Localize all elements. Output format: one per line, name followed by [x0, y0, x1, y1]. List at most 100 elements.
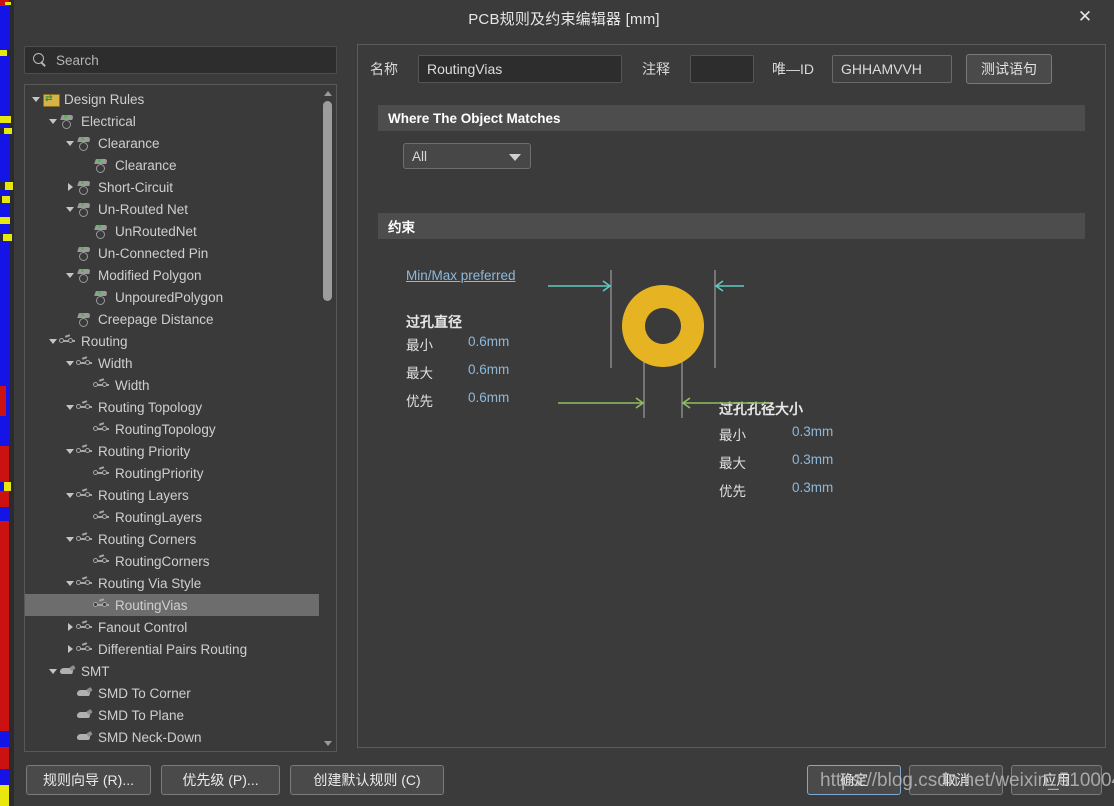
tree-item[interactable]: Electrical	[25, 110, 319, 132]
tree-item[interactable]: Modified Polygon	[25, 264, 319, 286]
via-diameter-min-value[interactable]: 0.6mm	[468, 334, 509, 349]
rule-name-input[interactable]	[418, 55, 622, 83]
tree-item[interactable]: RoutingLayers	[25, 506, 319, 528]
via-diameter-min-label: 最小	[406, 338, 433, 353]
pcb-layer-strip	[0, 0, 14, 806]
scrollbar-thumb[interactable]	[323, 101, 332, 301]
tree-item[interactable]: Routing Via Style	[25, 572, 319, 594]
chevron-down-icon[interactable]	[65, 352, 76, 374]
elec-icon	[93, 157, 111, 173]
tree-item-label: Routing Topology	[98, 399, 203, 415]
tree-item-label: Differential Pairs Routing	[98, 641, 248, 657]
chevron-right-icon[interactable]	[65, 176, 76, 198]
tree-item[interactable]: Fanout Control	[25, 616, 319, 638]
tree-item[interactable]: SMT	[25, 660, 319, 682]
chevron-down-icon[interactable]	[65, 440, 76, 462]
tree-item[interactable]: RoutingTopology	[25, 418, 319, 440]
chevron-right-icon[interactable]	[65, 616, 76, 638]
tree-item[interactable]: Routing	[25, 330, 319, 352]
create-default-rules-button[interactable]: 创建默认规则 (C)	[290, 765, 444, 795]
route-icon	[76, 575, 94, 591]
tree-item-label: Un-Connected Pin	[98, 245, 209, 261]
tree-item-label: UnpouredPolygon	[115, 289, 224, 305]
scroll-down-icon[interactable]	[319, 736, 336, 751]
pcb-layer-segment	[0, 491, 9, 507]
chevron-right-icon[interactable]	[65, 638, 76, 660]
tree-scrollbar[interactable]	[319, 85, 336, 751]
tree-item[interactable]: Short-Circuit	[25, 176, 319, 198]
via-hole-preferred-label: 优先	[719, 484, 746, 499]
scroll-up-icon[interactable]	[319, 85, 336, 100]
tree-item[interactable]: Routing Priority	[25, 440, 319, 462]
tree-item-label: SMD To Corner	[98, 685, 191, 701]
chevron-down-icon[interactable]	[48, 110, 59, 132]
tree-item[interactable]: Creepage Distance	[25, 308, 319, 330]
tree-item-label: Electrical	[81, 113, 136, 129]
route-icon	[93, 465, 111, 481]
tree-item[interactable]: UnpouredPolygon	[25, 286, 319, 308]
tree-item[interactable]: RoutingCorners	[25, 550, 319, 572]
route-icon	[93, 597, 111, 613]
test-query-button[interactable]: 测试语句	[966, 54, 1052, 84]
via-diameter-max-value[interactable]: 0.6mm	[468, 362, 509, 377]
tree-item[interactable]: Un-Routed Net	[25, 198, 319, 220]
tree-item[interactable]: Width	[25, 374, 319, 396]
rule-identity-row: 名称 注释 唯—ID 测试语句	[358, 45, 1105, 93]
tree-item[interactable]: Design Rules	[25, 88, 319, 110]
tree-item[interactable]: Differential Pairs Routing	[25, 638, 319, 660]
chevron-down-icon[interactable]	[65, 572, 76, 594]
rule-wizard-button[interactable]: 规则向导 (R)...	[26, 765, 151, 795]
tree-item-selected[interactable]: RoutingVias	[25, 594, 319, 616]
min-max-preferred-link[interactable]: Min/Max preferred	[406, 268, 516, 283]
tree-item[interactable]: RoutingPriority	[25, 462, 319, 484]
unique-id-input[interactable]	[832, 55, 952, 83]
pcb-layer-segment	[0, 203, 9, 217]
dialog-footer: 规则向导 (R)... 优先级 (P)... 创建默认规则 (C) 确定 取消 …	[14, 754, 1114, 806]
search-box[interactable]	[24, 46, 337, 74]
chevron-down-icon[interactable]	[65, 528, 76, 550]
via-hole-preferred-value[interactable]: 0.3mm	[792, 480, 833, 495]
tree-item[interactable]: SMD To Corner	[25, 682, 319, 704]
close-icon[interactable]: ✕	[1064, 2, 1106, 32]
search-input[interactable]	[54, 51, 328, 69]
tree-item[interactable]: Clearance	[25, 154, 319, 176]
via-diameter-preferred-label: 优先	[406, 394, 433, 409]
tree-item[interactable]: Routing Topology	[25, 396, 319, 418]
tree-item[interactable]: UnRoutedNet	[25, 220, 319, 242]
tree-item-label: Routing	[81, 333, 128, 349]
via-diameter-title: 过孔直径	[406, 314, 462, 330]
chevron-down-icon[interactable]	[31, 88, 42, 110]
chevron-down-icon[interactable]	[65, 484, 76, 506]
via-hole-max-value[interactable]: 0.3mm	[792, 452, 833, 467]
chevron-down-icon[interactable]	[65, 396, 76, 418]
tree-item[interactable]: Routing Corners	[25, 528, 319, 550]
chevron-down-icon[interactable]	[65, 264, 76, 286]
chevron-down-icon[interactable]	[65, 198, 76, 220]
smt-icon	[76, 707, 94, 723]
pcb-layer-segment	[0, 217, 10, 224]
tree-item-label: RoutingPriority	[115, 465, 204, 481]
ok-button[interactable]: 确定	[807, 765, 901, 795]
via-dimension-diagram	[548, 270, 770, 418]
via-diameter-preferred-value[interactable]: 0.6mm	[468, 390, 509, 405]
chevron-down-icon[interactable]	[48, 660, 59, 682]
tree-item[interactable]: Routing Layers	[25, 484, 319, 506]
rule-comment-input[interactable]	[690, 55, 754, 83]
chevron-down-icon[interactable]	[48, 330, 59, 352]
priority-button[interactable]: 优先级 (P)...	[161, 765, 280, 795]
tree-item[interactable]: Width	[25, 352, 319, 374]
tree-item-label: Routing Corners	[98, 531, 197, 547]
tree-item-label: Creepage Distance	[98, 311, 214, 327]
scope-dropdown[interactable]: All	[403, 143, 531, 169]
tree-item[interactable]: SMD To Plane	[25, 704, 319, 726]
tree-item[interactable]: Clearance	[25, 132, 319, 154]
tree-item[interactable]: Un-Connected Pin	[25, 242, 319, 264]
route-icon	[76, 641, 94, 657]
chevron-down-icon[interactable]	[65, 132, 76, 154]
apply-button[interactable]: 应用	[1011, 765, 1102, 795]
tree-item[interactable]: SMD Neck-Down	[25, 726, 319, 748]
cancel-button[interactable]: 取消	[909, 765, 1003, 795]
